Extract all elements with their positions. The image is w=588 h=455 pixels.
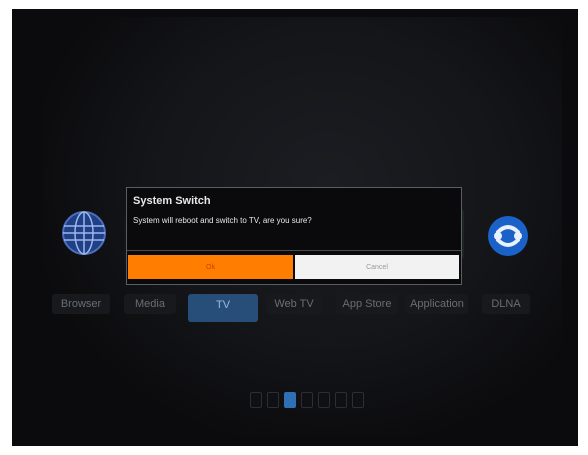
globe-icon[interactable] xyxy=(60,209,108,257)
dock-label-media[interactable]: Media xyxy=(124,294,176,314)
page-dot[interactable] xyxy=(284,392,296,408)
dock-label-dlna[interactable]: DLNA xyxy=(482,294,530,314)
ok-button[interactable]: Ok xyxy=(128,255,293,279)
page-dot[interactable] xyxy=(267,392,279,408)
page-dot[interactable] xyxy=(335,392,347,408)
dock-label-app-store[interactable]: App Store xyxy=(336,294,398,314)
page-dot[interactable] xyxy=(318,392,330,408)
dialog-divider xyxy=(127,250,461,251)
dock-label-tv[interactable]: TV xyxy=(188,294,258,322)
dock-label-application[interactable]: Application xyxy=(406,294,468,314)
system-switch-dialog: System Switch System will reboot and swi… xyxy=(126,187,462,285)
dlna-icon[interactable] xyxy=(484,212,532,260)
dialog-message: System will reboot and switch to TV, are… xyxy=(133,216,312,225)
page-dot[interactable] xyxy=(301,392,313,408)
tv-screen: Browser Media TV Web TV App Store Applic… xyxy=(12,9,578,446)
cancel-button[interactable]: Cancel xyxy=(295,255,459,279)
page-dot[interactable] xyxy=(250,392,262,408)
dock-label-web-tv[interactable]: Web TV xyxy=(266,294,322,314)
page-dot[interactable] xyxy=(352,392,364,408)
dialog-title: System Switch xyxy=(133,195,211,207)
dock-label-browser[interactable]: Browser xyxy=(52,294,110,314)
